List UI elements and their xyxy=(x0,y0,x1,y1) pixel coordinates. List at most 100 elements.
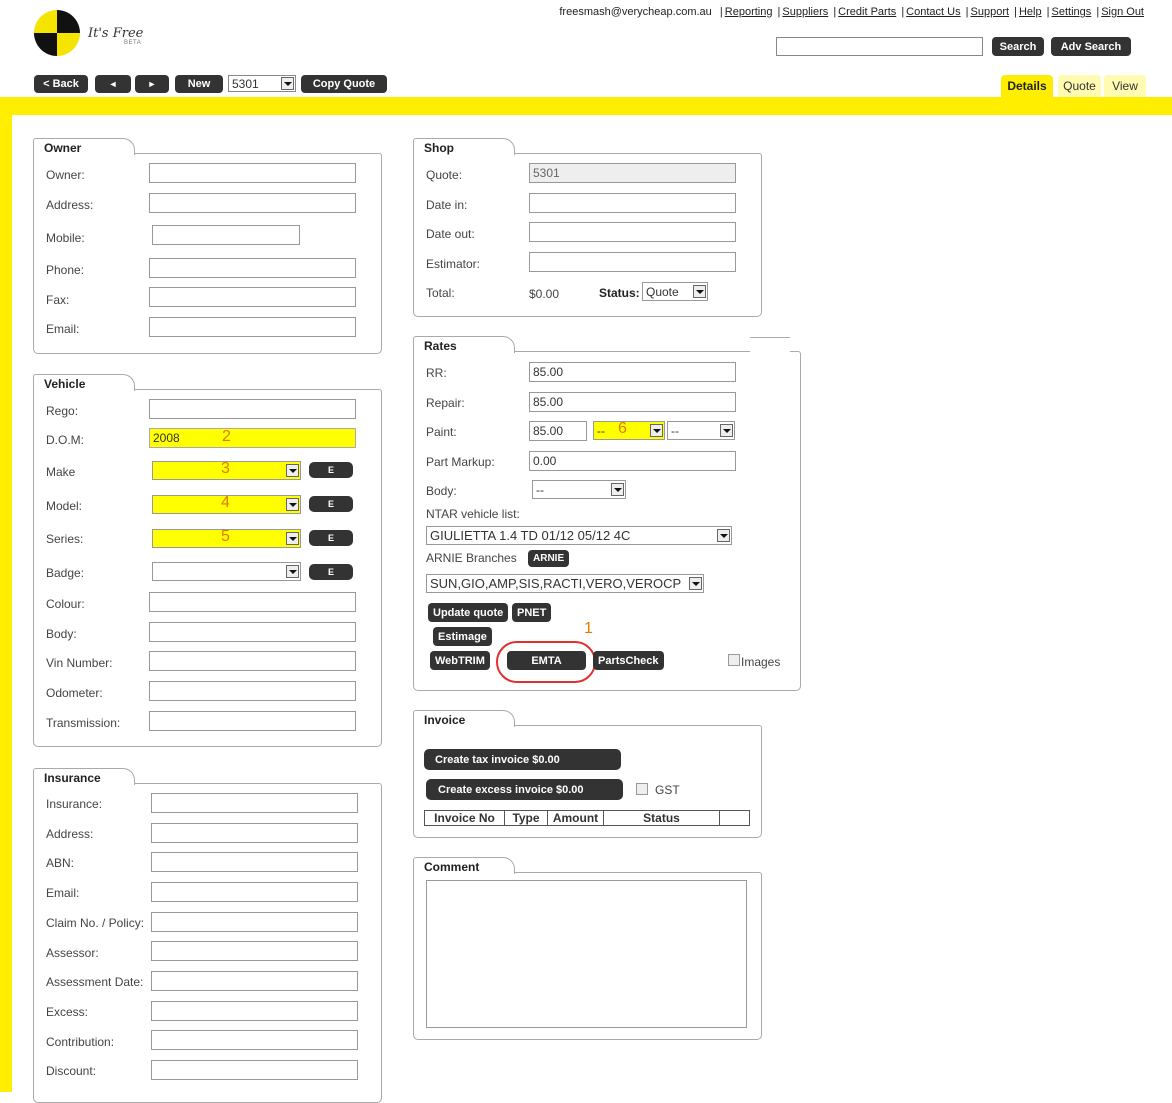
make-edit-button[interactable]: E xyxy=(309,462,353,478)
link-reporting[interactable]: Reporting xyxy=(725,6,773,18)
phone-label: Phone: xyxy=(46,263,85,277)
shop-title: Shop xyxy=(424,141,454,155)
link-sign-out[interactable]: Sign Out xyxy=(1101,6,1144,18)
vin-input[interactable] xyxy=(149,651,356,671)
rego-input[interactable] xyxy=(149,399,356,419)
images-checkbox[interactable] xyxy=(728,654,740,666)
estimage-button[interactable]: Estimage xyxy=(433,627,492,646)
discount-input[interactable] xyxy=(151,1060,358,1080)
ntar-value: GIULIETTA 1.4 TD 01/12 05/12 4C xyxy=(430,528,631,543)
search-button[interactable]: Search xyxy=(992,37,1044,56)
link-help[interactable]: Help xyxy=(1019,6,1042,18)
back-button[interactable]: < Back xyxy=(34,75,88,93)
paint-input[interactable]: 85.00 xyxy=(529,421,587,441)
colour-input[interactable] xyxy=(149,592,356,612)
mobile-input[interactable] xyxy=(152,225,300,245)
abn-input[interactable] xyxy=(151,852,358,872)
dom-input[interactable]: 2008 xyxy=(149,428,356,448)
address-input[interactable] xyxy=(149,193,356,213)
copy-quote-button[interactable]: Copy Quote xyxy=(301,75,387,93)
arnie-button[interactable]: ARNIE xyxy=(528,550,570,567)
ins-address-input[interactable] xyxy=(151,823,358,843)
odometer-input[interactable] xyxy=(149,681,356,701)
tab-view[interactable]: View xyxy=(1104,75,1146,97)
content-top-bar xyxy=(0,97,1172,115)
next-button[interactable]: ► xyxy=(135,75,169,93)
quote-number-select[interactable]: 5301 xyxy=(228,75,296,92)
body-label: Body: xyxy=(46,627,77,641)
invoice-title: Invoice xyxy=(424,713,466,727)
col-amount: Amount xyxy=(548,811,604,825)
adv-search-button[interactable]: Adv Search xyxy=(1051,37,1131,56)
assessment-date-label: Assessment Date: xyxy=(46,975,144,989)
total-label: Total: xyxy=(426,286,455,300)
status-label: Status: xyxy=(599,286,640,300)
model-edit-button[interactable]: E xyxy=(309,496,353,512)
repair-input[interactable]: 85.00 xyxy=(529,392,736,412)
arnie-select[interactable]: SUN,GIO,AMP,SIS,RACTI,VERO,VEROCP xyxy=(426,574,704,593)
status-select[interactable]: Quote xyxy=(642,282,708,301)
assessor-input[interactable] xyxy=(151,941,358,961)
paint-option-value: -- xyxy=(671,423,679,438)
badge-select[interactable] xyxy=(152,562,301,581)
paint-type-select[interactable]: -- xyxy=(593,421,665,440)
partscheck-button[interactable]: PartsCheck xyxy=(593,651,664,670)
badge-edit-button[interactable]: E xyxy=(309,564,353,580)
tab-quote[interactable]: Quote xyxy=(1058,75,1101,97)
tab-details[interactable]: Details xyxy=(1001,75,1053,97)
transmission-input[interactable] xyxy=(149,711,356,731)
series-edit-button[interactable]: E xyxy=(309,530,353,546)
col-invoice-no: Invoice No xyxy=(425,811,505,825)
ntar-select[interactable]: GIULIETTA 1.4 TD 01/12 05/12 4C xyxy=(426,526,732,545)
chevron-down-icon xyxy=(693,285,706,298)
estimator-input[interactable] xyxy=(529,252,736,272)
ins-email-input[interactable] xyxy=(151,882,358,902)
ins-email-label: Email: xyxy=(46,886,80,900)
annotation-4: 4 xyxy=(221,494,230,511)
address-label: Address: xyxy=(46,198,94,212)
gst-checkbox[interactable] xyxy=(636,783,648,795)
insurance-input[interactable] xyxy=(151,793,358,813)
emta-button[interactable]: EMTA xyxy=(507,651,586,670)
create-tax-invoice-button[interactable]: Create tax invoice $0.00 xyxy=(424,749,621,770)
ntar-label: NTAR vehicle list: xyxy=(426,507,520,521)
mobile-label: Mobile: xyxy=(46,231,85,245)
markup-input[interactable]: 0.00 xyxy=(529,451,736,471)
claim-input[interactable] xyxy=(151,912,358,932)
comment-textarea[interactable] xyxy=(426,880,747,1028)
prev-button[interactable]: ◄ xyxy=(95,75,131,93)
search-input[interactable] xyxy=(776,37,983,56)
owner-input[interactable] xyxy=(149,163,356,183)
odometer-label: Odometer: xyxy=(46,686,103,700)
ins-address-label: Address: xyxy=(46,827,94,841)
webtrim-button[interactable]: WebTRIM xyxy=(430,651,490,670)
pnet-button[interactable]: PNET xyxy=(512,603,552,622)
body-input[interactable] xyxy=(149,622,356,642)
assessment-date-input[interactable] xyxy=(151,971,358,991)
annotation-1: 1 xyxy=(584,620,593,637)
email-input[interactable] xyxy=(149,317,356,337)
discount-label: Discount: xyxy=(46,1064,97,1078)
paint-label: Paint: xyxy=(426,425,457,439)
link-support[interactable]: Support xyxy=(971,6,1010,18)
link-suppliers[interactable]: Suppliers xyxy=(782,6,828,18)
excess-input[interactable] xyxy=(151,1001,358,1021)
link-contact-us[interactable]: Contact Us xyxy=(906,6,960,18)
paint-option-select[interactable]: -- xyxy=(667,421,735,440)
phone-input[interactable] xyxy=(149,258,356,278)
fax-input[interactable] xyxy=(149,287,356,307)
link-settings[interactable]: Settings xyxy=(1052,6,1092,18)
rr-input[interactable]: 85.00 xyxy=(529,362,736,382)
new-button[interactable]: New xyxy=(175,75,223,93)
date-out-input[interactable] xyxy=(529,222,736,242)
body-rate-select[interactable]: -- xyxy=(532,480,626,499)
abn-label: ABN: xyxy=(46,856,75,870)
create-excess-invoice-button[interactable]: Create excess invoice $0.00 xyxy=(426,779,623,800)
excess-label: Excess: xyxy=(46,1005,89,1019)
quote-number-value: 5301 xyxy=(232,76,259,91)
contribution-input[interactable] xyxy=(151,1030,358,1050)
date-in-input[interactable] xyxy=(529,193,736,213)
link-credit-parts[interactable]: Credit Parts xyxy=(838,6,896,18)
update-quote-button[interactable]: Update quote xyxy=(428,603,509,622)
chevron-down-icon xyxy=(286,532,299,545)
